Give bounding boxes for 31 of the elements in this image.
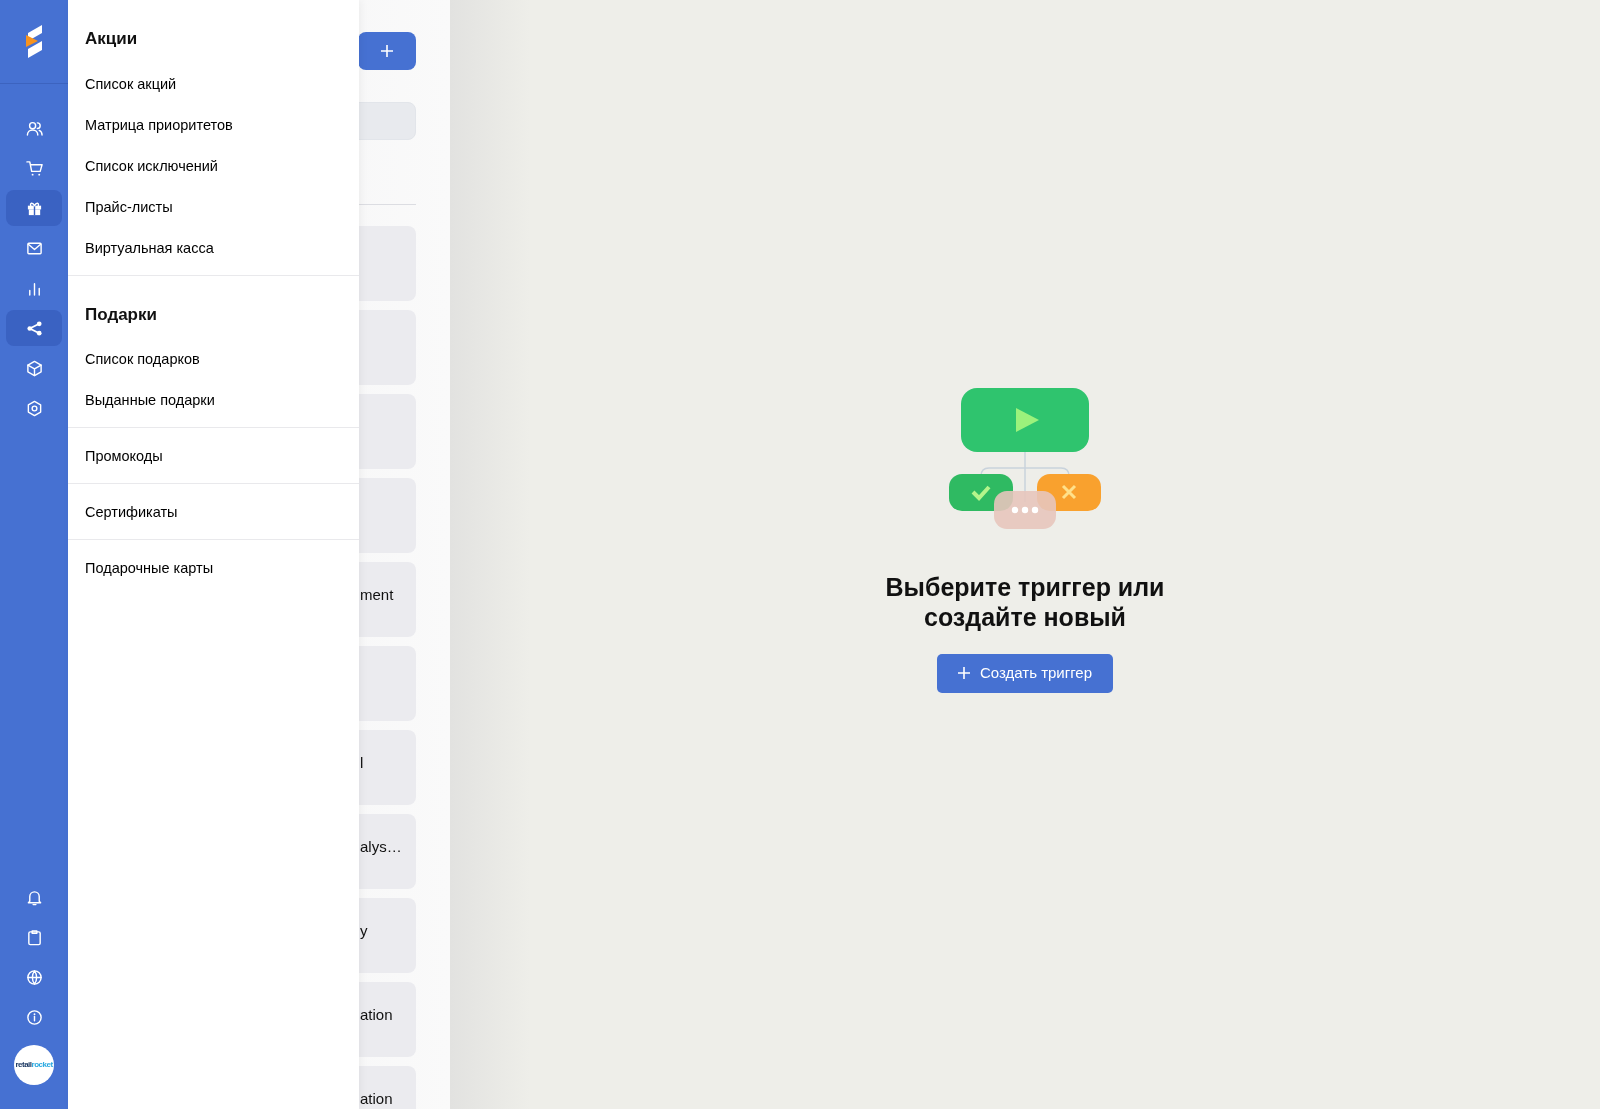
cube-icon [25, 359, 43, 377]
sidebar-button[interactable] [6, 190, 62, 226]
menu-item[interactable]: Сертификаты [68, 492, 195, 533]
settings-icon [25, 399, 43, 417]
globe-icon [25, 968, 43, 986]
plus-icon [957, 667, 970, 680]
users-icon [25, 119, 43, 137]
add-button[interactable] [358, 32, 416, 70]
empty-state-title: Выберите триггер или создайте новый [884, 572, 1166, 632]
menu-item[interactable]: Выданные подарки [68, 380, 232, 421]
create-trigger-button[interactable]: Создать триггер [936, 654, 1114, 693]
menu-item[interactable]: Список исключений [68, 145, 235, 187]
menu-item[interactable]: Прайс-листы [68, 186, 190, 228]
bell-icon [25, 888, 43, 906]
plus-icon [380, 44, 394, 58]
menu-item[interactable]: Список подарков [68, 339, 217, 380]
cart-icon [25, 159, 43, 177]
account-avatar[interactable]: retailrocket [14, 1045, 54, 1085]
info-icon [25, 1008, 43, 1026]
gift-icon [25, 199, 43, 217]
share-icon [25, 319, 43, 337]
menu-item[interactable]: Подарочные карты [68, 548, 231, 589]
menu-section-title: Акции [85, 28, 138, 50]
logo-icon [24, 22, 44, 61]
clipboard-icon [25, 928, 43, 946]
menu-item[interactable]: Промокоды [68, 436, 180, 477]
menu-item[interactable]: Список акций [68, 63, 194, 105]
sidebar-button[interactable] [6, 310, 62, 346]
menu-section-title: Подарки [85, 303, 157, 326]
menu-item[interactable]: Виртуальная касса [68, 227, 231, 269]
menu-item[interactable]: Матрица приоритетов [68, 104, 250, 146]
